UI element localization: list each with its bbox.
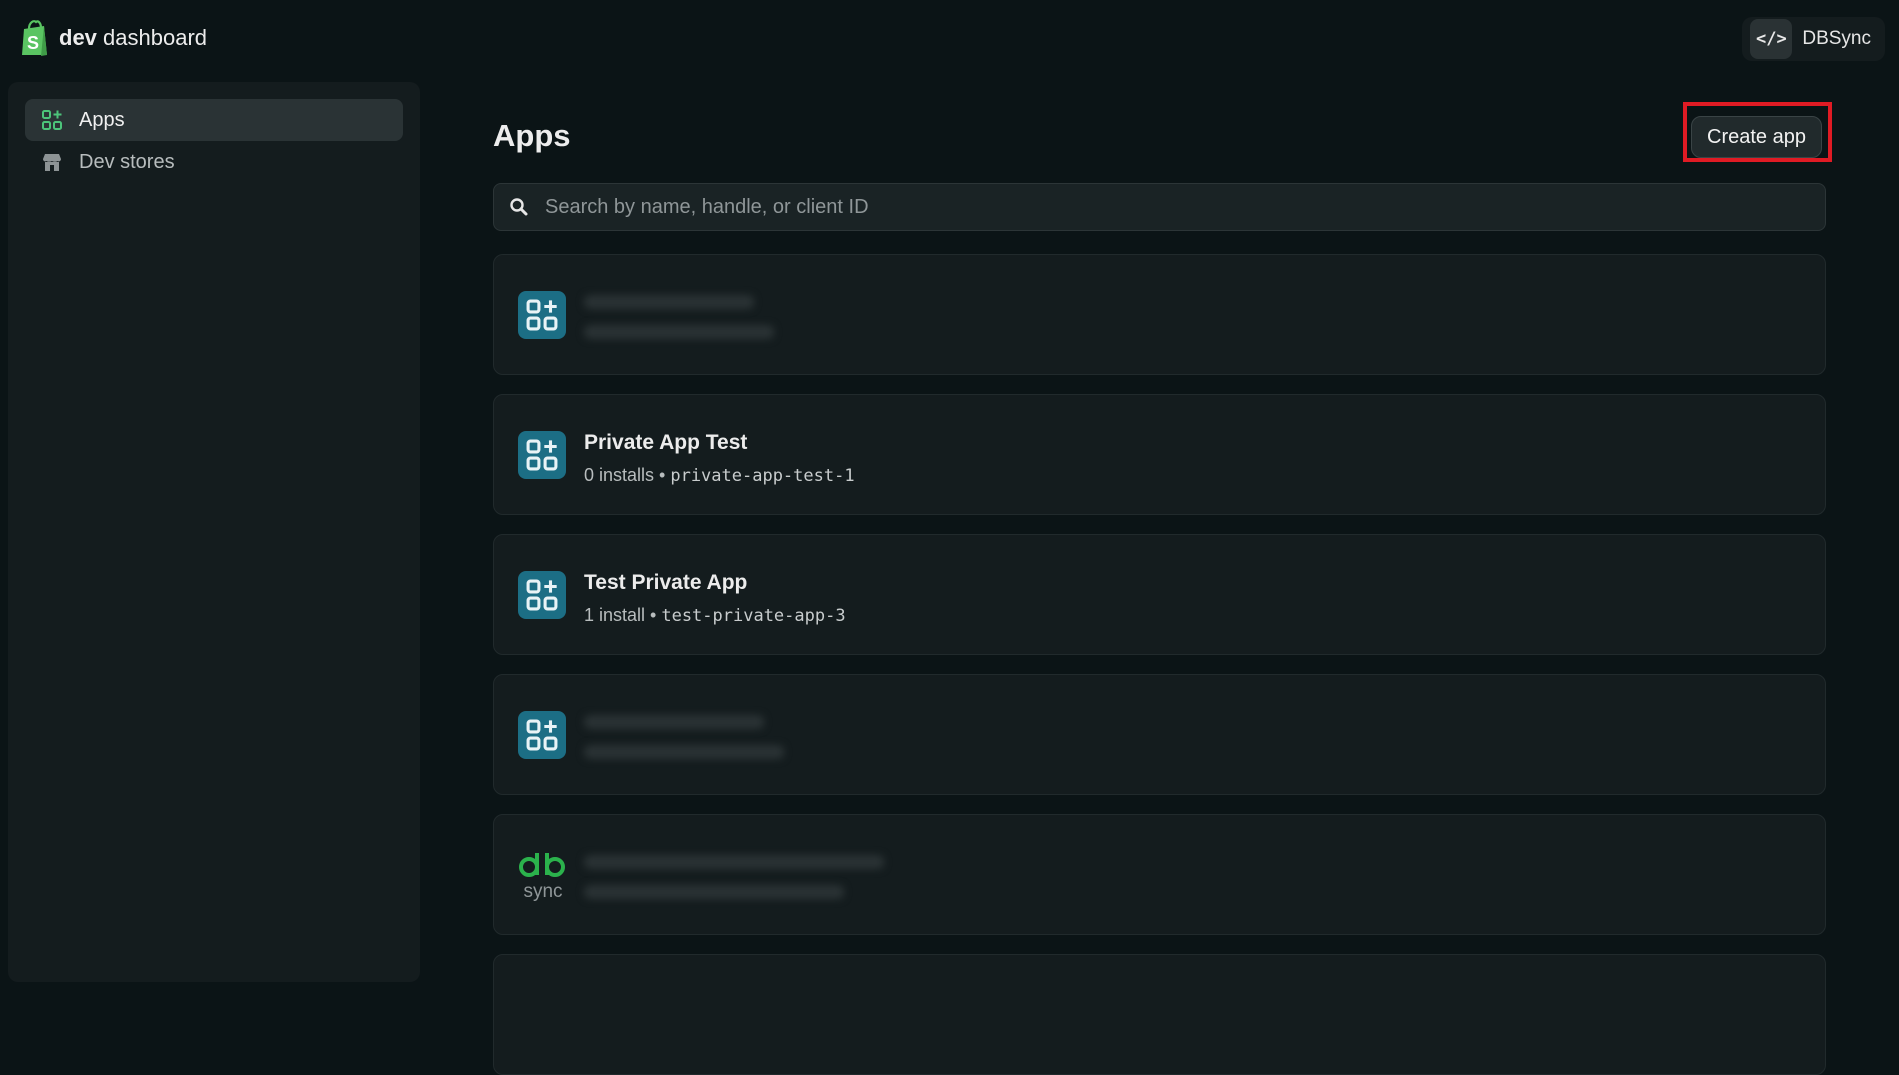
sidebar-item-dev-stores[interactable]: Dev stores (25, 141, 403, 183)
app-name[interactable]: Test Private App (584, 571, 747, 595)
search-input[interactable] (543, 194, 1797, 220)
svg-text:sync: sync (523, 881, 562, 901)
account-name: DBSync (1802, 28, 1871, 49)
app-name[interactable]: Private App Test (584, 431, 747, 455)
page-title: Apps (493, 118, 571, 153)
redacted-name (584, 295, 754, 309)
app-meta: 0 installs • private-app-test-1 (584, 465, 855, 486)
search-bar[interactable] (493, 183, 1826, 231)
dbsync-logo-icon: sync (519, 853, 565, 901)
app-installs: 1 install (584, 605, 646, 625)
create-app-button[interactable]: Create app (1691, 116, 1822, 158)
app-card[interactable] (493, 254, 1826, 375)
app-card[interactable] (493, 954, 1826, 1075)
search-icon (510, 198, 528, 216)
apps-icon (518, 571, 566, 619)
brand[interactable]: S dev dashboard (19, 19, 207, 57)
top-bar: S dev dashboard </> DBSync (0, 0, 1899, 78)
app-card[interactable]: sync (493, 814, 1826, 935)
redacted-meta (584, 325, 774, 339)
redacted-name (584, 855, 884, 869)
redacted-meta (584, 885, 844, 899)
app-meta: 1 install • test-private-app-3 (584, 605, 846, 626)
redacted-name (584, 715, 764, 729)
app-card[interactable]: Test Private App 1 install • test-privat… (493, 534, 1826, 655)
brand-title: dev dashboard (59, 25, 208, 50)
code-icon: </> (1750, 19, 1793, 59)
account-switcher[interactable]: </> DBSync (1742, 17, 1885, 61)
apps-icon (518, 291, 566, 339)
sidebar-item-apps[interactable]: Apps (25, 99, 403, 141)
app-handle: private-app-test-1 (670, 466, 855, 486)
apps-icon (518, 431, 566, 479)
sidebar-item-label: Dev stores (79, 150, 175, 173)
svg-text:S: S (27, 33, 39, 53)
redacted-meta (584, 745, 784, 759)
app-installs: 0 installs (584, 465, 655, 485)
store-icon (43, 154, 61, 171)
apps-icon (518, 711, 566, 759)
app-handle: test-private-app-3 (661, 606, 846, 626)
app-card[interactable]: Private App Test 0 installs • private-ap… (493, 394, 1826, 515)
sidebar: Apps Dev stores (8, 82, 420, 982)
shopify-logo-icon: S (22, 20, 47, 56)
sidebar-item-label: Apps (79, 108, 125, 131)
apps-icon (42, 110, 62, 130)
app-card[interactable] (493, 674, 1826, 795)
